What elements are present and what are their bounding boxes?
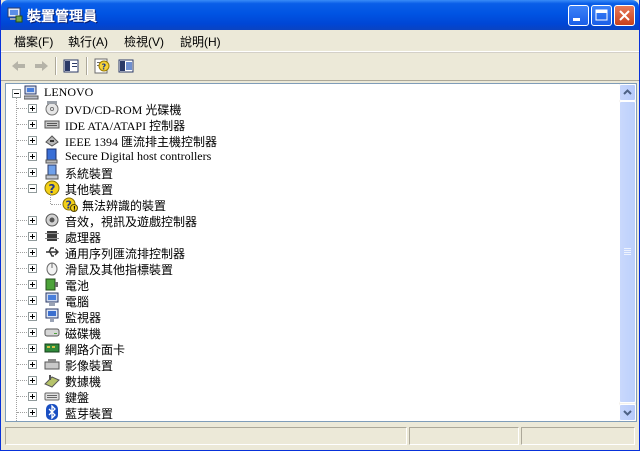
scroll-up-button[interactable] xyxy=(619,84,636,101)
tree-category-label: DVD/CD-ROM 光碟機 xyxy=(65,103,182,117)
properties-help-icon[interactable]: ? xyxy=(92,57,112,75)
expand-toggle[interactable] xyxy=(28,312,37,321)
tree-category-label: 影像裝置 xyxy=(65,359,114,373)
tree-device-label: 無法辨識的裝置 xyxy=(82,199,167,213)
back-arrow-icon[interactable] xyxy=(9,57,29,75)
status-bar xyxy=(1,424,639,448)
tree-category-label: 藍芽裝置 xyxy=(65,407,114,421)
expand-toggle[interactable] xyxy=(28,344,37,353)
expand-toggle[interactable] xyxy=(28,152,37,161)
tree-guide xyxy=(16,97,18,421)
device-manager-icon xyxy=(7,7,23,23)
toolbar: ? xyxy=(1,52,639,81)
svg-text:?: ? xyxy=(102,63,107,72)
expand-toggle[interactable] xyxy=(28,376,37,385)
maximize-button[interactable] xyxy=(591,5,612,26)
tree-guide xyxy=(50,194,52,204)
mouse-icon xyxy=(46,262,58,276)
status-field-3 xyxy=(521,427,635,445)
monitor-icon xyxy=(45,308,59,322)
menu-view[interactable]: 檢視(V) xyxy=(124,33,164,50)
svg-text:!: ! xyxy=(73,206,76,213)
tree-category-label: 數據機 xyxy=(65,375,102,389)
expand-toggle[interactable] xyxy=(28,136,37,145)
expand-toggle[interactable] xyxy=(28,216,37,225)
tree-category-label: 處理器 xyxy=(65,231,102,245)
ide-controller-icon xyxy=(44,120,60,129)
close-icon xyxy=(619,10,630,21)
menu-help[interactable]: 說明(H) xyxy=(180,33,221,50)
menu-bar: 檔案(F) 執行(A) 檢視(V) 說明(H) xyxy=(1,30,639,52)
device-manager-window: 裝置管理員 檔案(F) 執行(A) 檢視(V) 說明(H) ? LENOVO D… xyxy=(0,0,640,451)
minimize-icon xyxy=(573,18,580,21)
title-bar[interactable]: 裝置管理員 xyxy=(1,0,639,30)
keyboard-icon xyxy=(44,392,60,401)
cdrom-icon xyxy=(45,101,59,116)
tree-category-label: 滑鼠及其他指標裝置 xyxy=(65,263,174,277)
device-tree[interactable]: LENOVO DVD/CD-ROM 光碟機 IDE ATA/ATAPI 控制器 IE… xyxy=(5,83,637,422)
expand-toggle[interactable] xyxy=(28,120,37,129)
expand-toggle[interactable] xyxy=(28,328,37,337)
network-adapter-icon xyxy=(44,343,60,353)
tree-category-label: 音效，視訊及遊戲控制器 xyxy=(65,215,198,229)
bluetooth-icon xyxy=(46,404,58,420)
expand-toggle[interactable] xyxy=(28,392,37,401)
tree-category-label: 鍵盤 xyxy=(65,391,90,405)
tree-category-label: 監視器 xyxy=(65,311,102,325)
expand-toggle[interactable] xyxy=(28,296,37,305)
vertical-scrollbar[interactable] xyxy=(619,84,636,421)
question-mark-icon: ? xyxy=(44,180,60,196)
usb-icon xyxy=(46,247,59,257)
menu-file[interactable]: 檔案(F) xyxy=(14,33,53,50)
close-button[interactable] xyxy=(614,5,635,26)
tree-category-label: 網路介面卡 xyxy=(65,343,126,357)
tree-guide xyxy=(51,204,61,206)
battery-icon xyxy=(45,278,58,291)
maximize-icon xyxy=(595,9,608,21)
scroll-up-arrow-icon xyxy=(623,89,632,95)
scroll-thumb[interactable] xyxy=(619,101,636,403)
tree-category-label: 通用序列匯流排控制器 xyxy=(65,247,186,261)
tree-category-label: IEEE 1394 匯流排主機控制器 xyxy=(65,135,217,149)
menu-action[interactable]: 執行(A) xyxy=(68,33,108,50)
properties-pane-icon[interactable] xyxy=(116,57,136,75)
forward-arrow-icon[interactable] xyxy=(31,57,51,75)
tree-category-label: Secure Digital host controllers xyxy=(65,149,212,163)
toolbar-separator xyxy=(86,57,88,75)
expand-toggle[interactable] xyxy=(28,232,37,241)
expand-toggle[interactable] xyxy=(28,360,37,369)
status-field-2 xyxy=(409,427,519,445)
processor-icon xyxy=(45,231,59,241)
ieee1394-icon xyxy=(45,135,59,147)
collapse-toggle[interactable] xyxy=(28,184,37,193)
expand-toggle[interactable] xyxy=(28,264,37,273)
expand-toggle[interactable] xyxy=(28,280,37,289)
expand-toggle[interactable] xyxy=(28,104,37,113)
expand-toggle[interactable] xyxy=(28,168,37,177)
scroll-grip-icon xyxy=(624,248,631,255)
window-title: 裝置管理員 xyxy=(27,8,97,24)
expand-toggle[interactable] xyxy=(28,408,37,417)
tree-category-label: IDE ATA/ATAPI 控制器 xyxy=(65,119,186,133)
tree-category-label: 磁碟機 xyxy=(65,327,102,341)
expand-toggle[interactable] xyxy=(28,248,37,257)
minimize-button[interactable] xyxy=(568,5,589,26)
tree-category-label: 系統裝置 xyxy=(65,167,114,181)
sd-controller-icon xyxy=(45,148,58,164)
tree-category-label: 電池 xyxy=(65,279,90,293)
computer-root-icon xyxy=(24,85,39,100)
scroll-down-button[interactable] xyxy=(619,404,636,421)
status-field-main xyxy=(5,427,407,445)
toolbar-separator xyxy=(55,57,57,75)
sound-icon xyxy=(45,213,59,227)
show-hide-console-tree-icon[interactable] xyxy=(61,57,81,75)
system-device-icon xyxy=(45,164,59,180)
unknown-device-icon: ?! xyxy=(62,197,78,213)
modem-icon xyxy=(44,375,60,388)
computer-icon xyxy=(45,292,59,306)
tree-category-label: 電腦 xyxy=(65,295,90,309)
disk-drive-icon xyxy=(44,328,60,337)
imaging-device-icon xyxy=(44,359,60,370)
scroll-down-arrow-icon xyxy=(623,410,632,416)
